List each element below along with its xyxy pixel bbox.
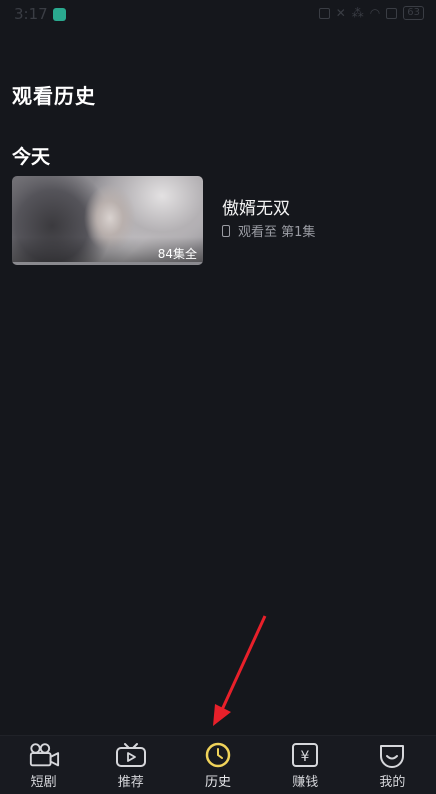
status-icons: ✕ ⁂ ◠ 63 (318, 6, 424, 20)
episode-count-badge: 84集全 (157, 247, 197, 261)
yen-icon: ¥ (289, 742, 321, 768)
status-bar: 3:17 ✕ ⁂ ◠ 63 (0, 0, 436, 30)
nav-item-history[interactable]: 历史 (174, 736, 261, 794)
face-icon (376, 742, 408, 768)
bottom-nav: 短剧 推荐 历史 ¥ 赚钱 我的 (0, 735, 436, 794)
section-title-today: 今天 (12, 146, 51, 168)
camera-icon (28, 742, 60, 768)
watch-progress-text: 观看至 第1集 (238, 225, 316, 240)
page-title: 观看历史 (12, 84, 96, 108)
mute-icon: ✕ (335, 6, 346, 20)
watch-progress: 观看至 第1集 (222, 221, 315, 240)
nav-item-short-drama[interactable]: 短剧 (0, 736, 87, 794)
nav-label-mine: 我的 (379, 775, 406, 790)
app-notification-icon (53, 8, 66, 21)
vibrate-icon: ⁂ (351, 6, 364, 20)
nav-item-recommend[interactable]: 推荐 (87, 736, 174, 794)
nav-label-short-drama: 短剧 (30, 775, 57, 790)
nav-label-earn: 赚钱 (292, 775, 319, 790)
phone-icon (222, 224, 230, 237)
nav-label-history: 历史 (205, 775, 232, 790)
drama-thumbnail[interactable]: 84集全 (12, 176, 203, 265)
history-item[interactable]: 84集全 傲婿无双 观看至 第1集 (12, 176, 422, 266)
thumbnail-progress-bar (12, 262, 203, 265)
clock-icon (202, 742, 234, 768)
svg-text:¥: ¥ (301, 749, 310, 765)
battery-icon: 63 (403, 6, 424, 20)
annotation-arrow (213, 615, 267, 726)
nav-item-mine[interactable]: 我的 (349, 736, 436, 794)
sim-icon (386, 7, 398, 19)
wifi-icon: ◠ (369, 6, 381, 20)
drama-title[interactable]: 傲婿无双 (222, 194, 290, 219)
status-time: 3:17 (14, 5, 48, 23)
nfc-icon (318, 7, 330, 19)
nav-item-earn[interactable]: ¥ 赚钱 (262, 736, 349, 794)
nav-label-recommend: 推荐 (117, 775, 144, 790)
tv-icon (115, 742, 147, 768)
